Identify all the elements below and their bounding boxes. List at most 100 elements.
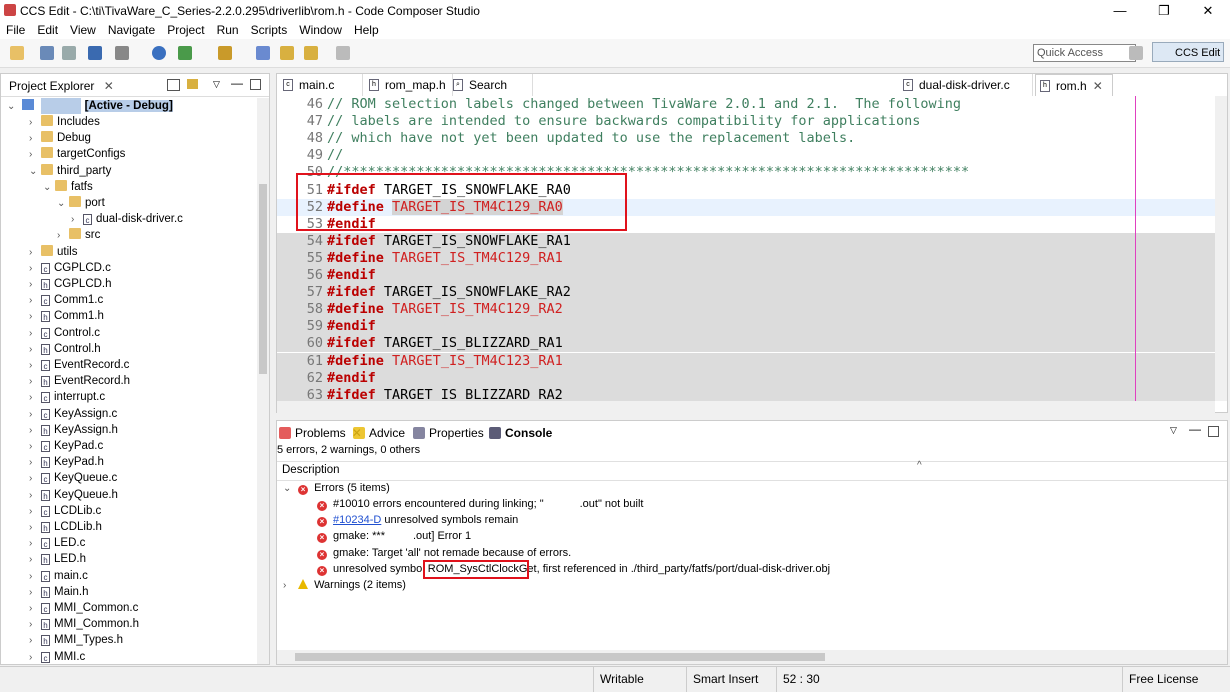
collapsed-chevron-icon[interactable]: › [29, 617, 41, 633]
save-icon[interactable] [40, 46, 54, 60]
menu-file[interactable]: File [0, 21, 31, 39]
tab-properties[interactable]: Properties [411, 425, 484, 441]
collapsed-chevron-icon[interactable]: › [29, 326, 41, 342]
editor-tab-search[interactable]: ⌕ Search [449, 74, 533, 96]
error-row[interactable]: × unresolved symbol ROM_SysCtlClockGet, f… [317, 561, 830, 577]
code-line[interactable]: 59 #endif [277, 318, 1215, 336]
warnings-group-row[interactable]: › Warnings (2 items) [283, 577, 406, 593]
back-icon[interactable] [280, 46, 294, 60]
collapsed-chevron-icon[interactable]: › [29, 245, 41, 261]
code-line[interactable]: 56 #endif [277, 267, 1215, 284]
minimize-view-icon[interactable]: — [1189, 422, 1201, 436]
collapsed-chevron-icon[interactable]: › [29, 131, 41, 147]
error-row[interactable]: × #10234-D unresolved symbols remain [317, 512, 518, 528]
code-line[interactable]: 63 #ifdef TARGET_IS_BLIZZARD_RA2 [277, 386, 1215, 401]
tree-item[interactable]: › h Comm1.h [29, 308, 104, 324]
tree-item[interactable]: › h MMI_Common.h [29, 616, 139, 632]
tree-item[interactable]: ⌄ third_party [29, 163, 111, 179]
description-column-header[interactable]: Description ^ [277, 460, 1227, 481]
project-explorer-scrollbar[interactable] [257, 98, 269, 664]
tree-item[interactable]: › Debug [29, 130, 91, 146]
ccs-edit-perspective-button[interactable]: CCS Edit [1152, 42, 1224, 62]
terminal-icon[interactable] [88, 46, 102, 60]
tree-item[interactable]: › h Main.h [29, 584, 89, 600]
collapsed-chevron-icon[interactable]: › [29, 488, 41, 504]
tree-item[interactable]: › h LCDLib.h [29, 519, 102, 535]
tree-item[interactable]: › c main.c [29, 568, 88, 584]
open-perspective-icon[interactable] [1129, 46, 1143, 60]
close-button[interactable]: ✕ [1186, 0, 1230, 21]
collapsed-chevron-icon[interactable]: › [29, 633, 41, 649]
project-explorer-close-icon[interactable]: ✕ [104, 79, 114, 93]
errors-group-row[interactable]: ⌄ × Errors (5 items) [283, 480, 390, 496]
collapsed-chevron-icon[interactable]: › [29, 504, 41, 520]
collapsed-chevron-icon[interactable]: › [29, 115, 41, 131]
editor-vertical-scrollbar[interactable] [1215, 96, 1227, 401]
editor-tab-rom-h[interactable]: h rom.h ✕ [1035, 74, 1113, 96]
tree-item[interactable]: › targetConfigs [29, 146, 125, 162]
tree-item[interactable]: › c KeyQueue.c [29, 470, 117, 486]
editor-tab-rom-map-h[interactable]: h rom_map.h [365, 74, 453, 96]
collapsed-chevron-icon[interactable]: › [71, 212, 83, 228]
view-menu-icon[interactable]: ▽ [1170, 425, 1177, 436]
tree-item[interactable]: › c Control.c [29, 325, 100, 341]
collapsed-chevron-icon[interactable]: › [29, 650, 41, 666]
collapse-all-icon[interactable] [167, 79, 180, 91]
tree-item[interactable]: › c KeyAssign.c [29, 406, 117, 422]
maximize-button[interactable]: ❐ [1142, 0, 1186, 21]
collapsed-chevron-icon[interactable]: › [29, 407, 41, 423]
expanded-chevron-icon[interactable]: ⌄ [43, 180, 55, 196]
collapsed-chevron-icon[interactable]: › [29, 471, 41, 487]
debug-icon[interactable] [152, 46, 166, 60]
collapsed-chevron-icon[interactable]: › [29, 585, 41, 601]
menu-window[interactable]: Window [293, 21, 348, 39]
flash-icon[interactable] [218, 46, 232, 60]
code-line[interactable]: 60 #ifdef TARGET_IS_BLIZZARD_RA1 [277, 335, 1215, 353]
tree-item[interactable]: › c interrupt.c [29, 389, 105, 405]
menu-help[interactable]: Help [348, 21, 385, 39]
menu-navigate[interactable]: Navigate [102, 21, 161, 39]
collapsed-chevron-icon[interactable]: › [57, 228, 69, 244]
error-row[interactable]: × gmake: *** .out] Error 1 [317, 528, 471, 544]
new-icon[interactable] [10, 46, 24, 60]
tree-item[interactable]: › h CGPLCD.h [29, 276, 112, 292]
tree-item[interactable]: ⌄ port [57, 195, 105, 211]
collapsed-chevron-icon[interactable]: › [29, 277, 41, 293]
code-line[interactable]: 58 #define TARGET_IS_TM4C129_RA2 [277, 301, 1215, 319]
project-explorer-scroll-thumb[interactable] [259, 184, 267, 374]
tree-item[interactable]: › h KeyPad.h [29, 454, 104, 470]
menu-scripts[interactable]: Scripts [245, 21, 294, 39]
editor-tab-dual-disk-driver-c[interactable]: c dual-disk-driver.c [899, 74, 1033, 96]
problems-scroll-thumb[interactable] [295, 653, 825, 661]
tree-item[interactable]: › h KeyQueue.h [29, 487, 118, 503]
tree-item[interactable]: › c dual-disk-driver.c [71, 211, 183, 227]
tab-problems[interactable]: Problems✕ [277, 425, 362, 441]
tree-item[interactable]: › h MMI_Types.h [29, 632, 123, 648]
menu-run[interactable]: Run [211, 21, 245, 39]
close-tab-icon[interactable]: ✕ [1093, 79, 1103, 93]
code-line[interactable]: 55 #define TARGET_IS_TM4C129_RA1 [277, 249, 1215, 267]
error-row[interactable]: × #10010 errors encountered during linkin… [317, 496, 643, 512]
tree-item[interactable]: › h Control.h [29, 341, 101, 357]
collapsed-chevron-icon[interactable]: › [29, 569, 41, 585]
tree-item[interactable]: › c MMI.c [29, 649, 85, 665]
tab-console[interactable]: Console [487, 425, 552, 441]
menu-project[interactable]: Project [161, 21, 210, 39]
tree-item[interactable]: › h KeyAssign.h [29, 422, 118, 438]
collapsed-chevron-icon[interactable]: › [29, 261, 41, 277]
code-view[interactable]: 46// ROM selection labels changed betwee… [277, 96, 1215, 401]
collapsed-chevron-icon[interactable]: › [29, 520, 41, 536]
expanded-chevron-icon[interactable]: ⌄ [57, 196, 69, 212]
editor-horizontal-scrollbar[interactable] [277, 401, 1215, 413]
menu-view[interactable]: View [64, 21, 102, 39]
collapsed-chevron-icon[interactable]: › [29, 455, 41, 471]
tree-item[interactable]: › c Comm1.c [29, 292, 103, 308]
forward-icon[interactable] [304, 46, 318, 60]
collapsed-chevron-icon[interactable]: › [29, 147, 41, 163]
tree-item[interactable]: › c MMI_Common.c [29, 600, 138, 616]
collapsed-chevron-icon[interactable]: › [29, 358, 41, 374]
collapsed-chevron-icon[interactable]: › [29, 309, 41, 325]
save-all-icon[interactable] [62, 46, 76, 60]
tab-advice[interactable]: Advice [351, 425, 405, 441]
collapsed-chevron-icon[interactable]: › [29, 439, 41, 455]
